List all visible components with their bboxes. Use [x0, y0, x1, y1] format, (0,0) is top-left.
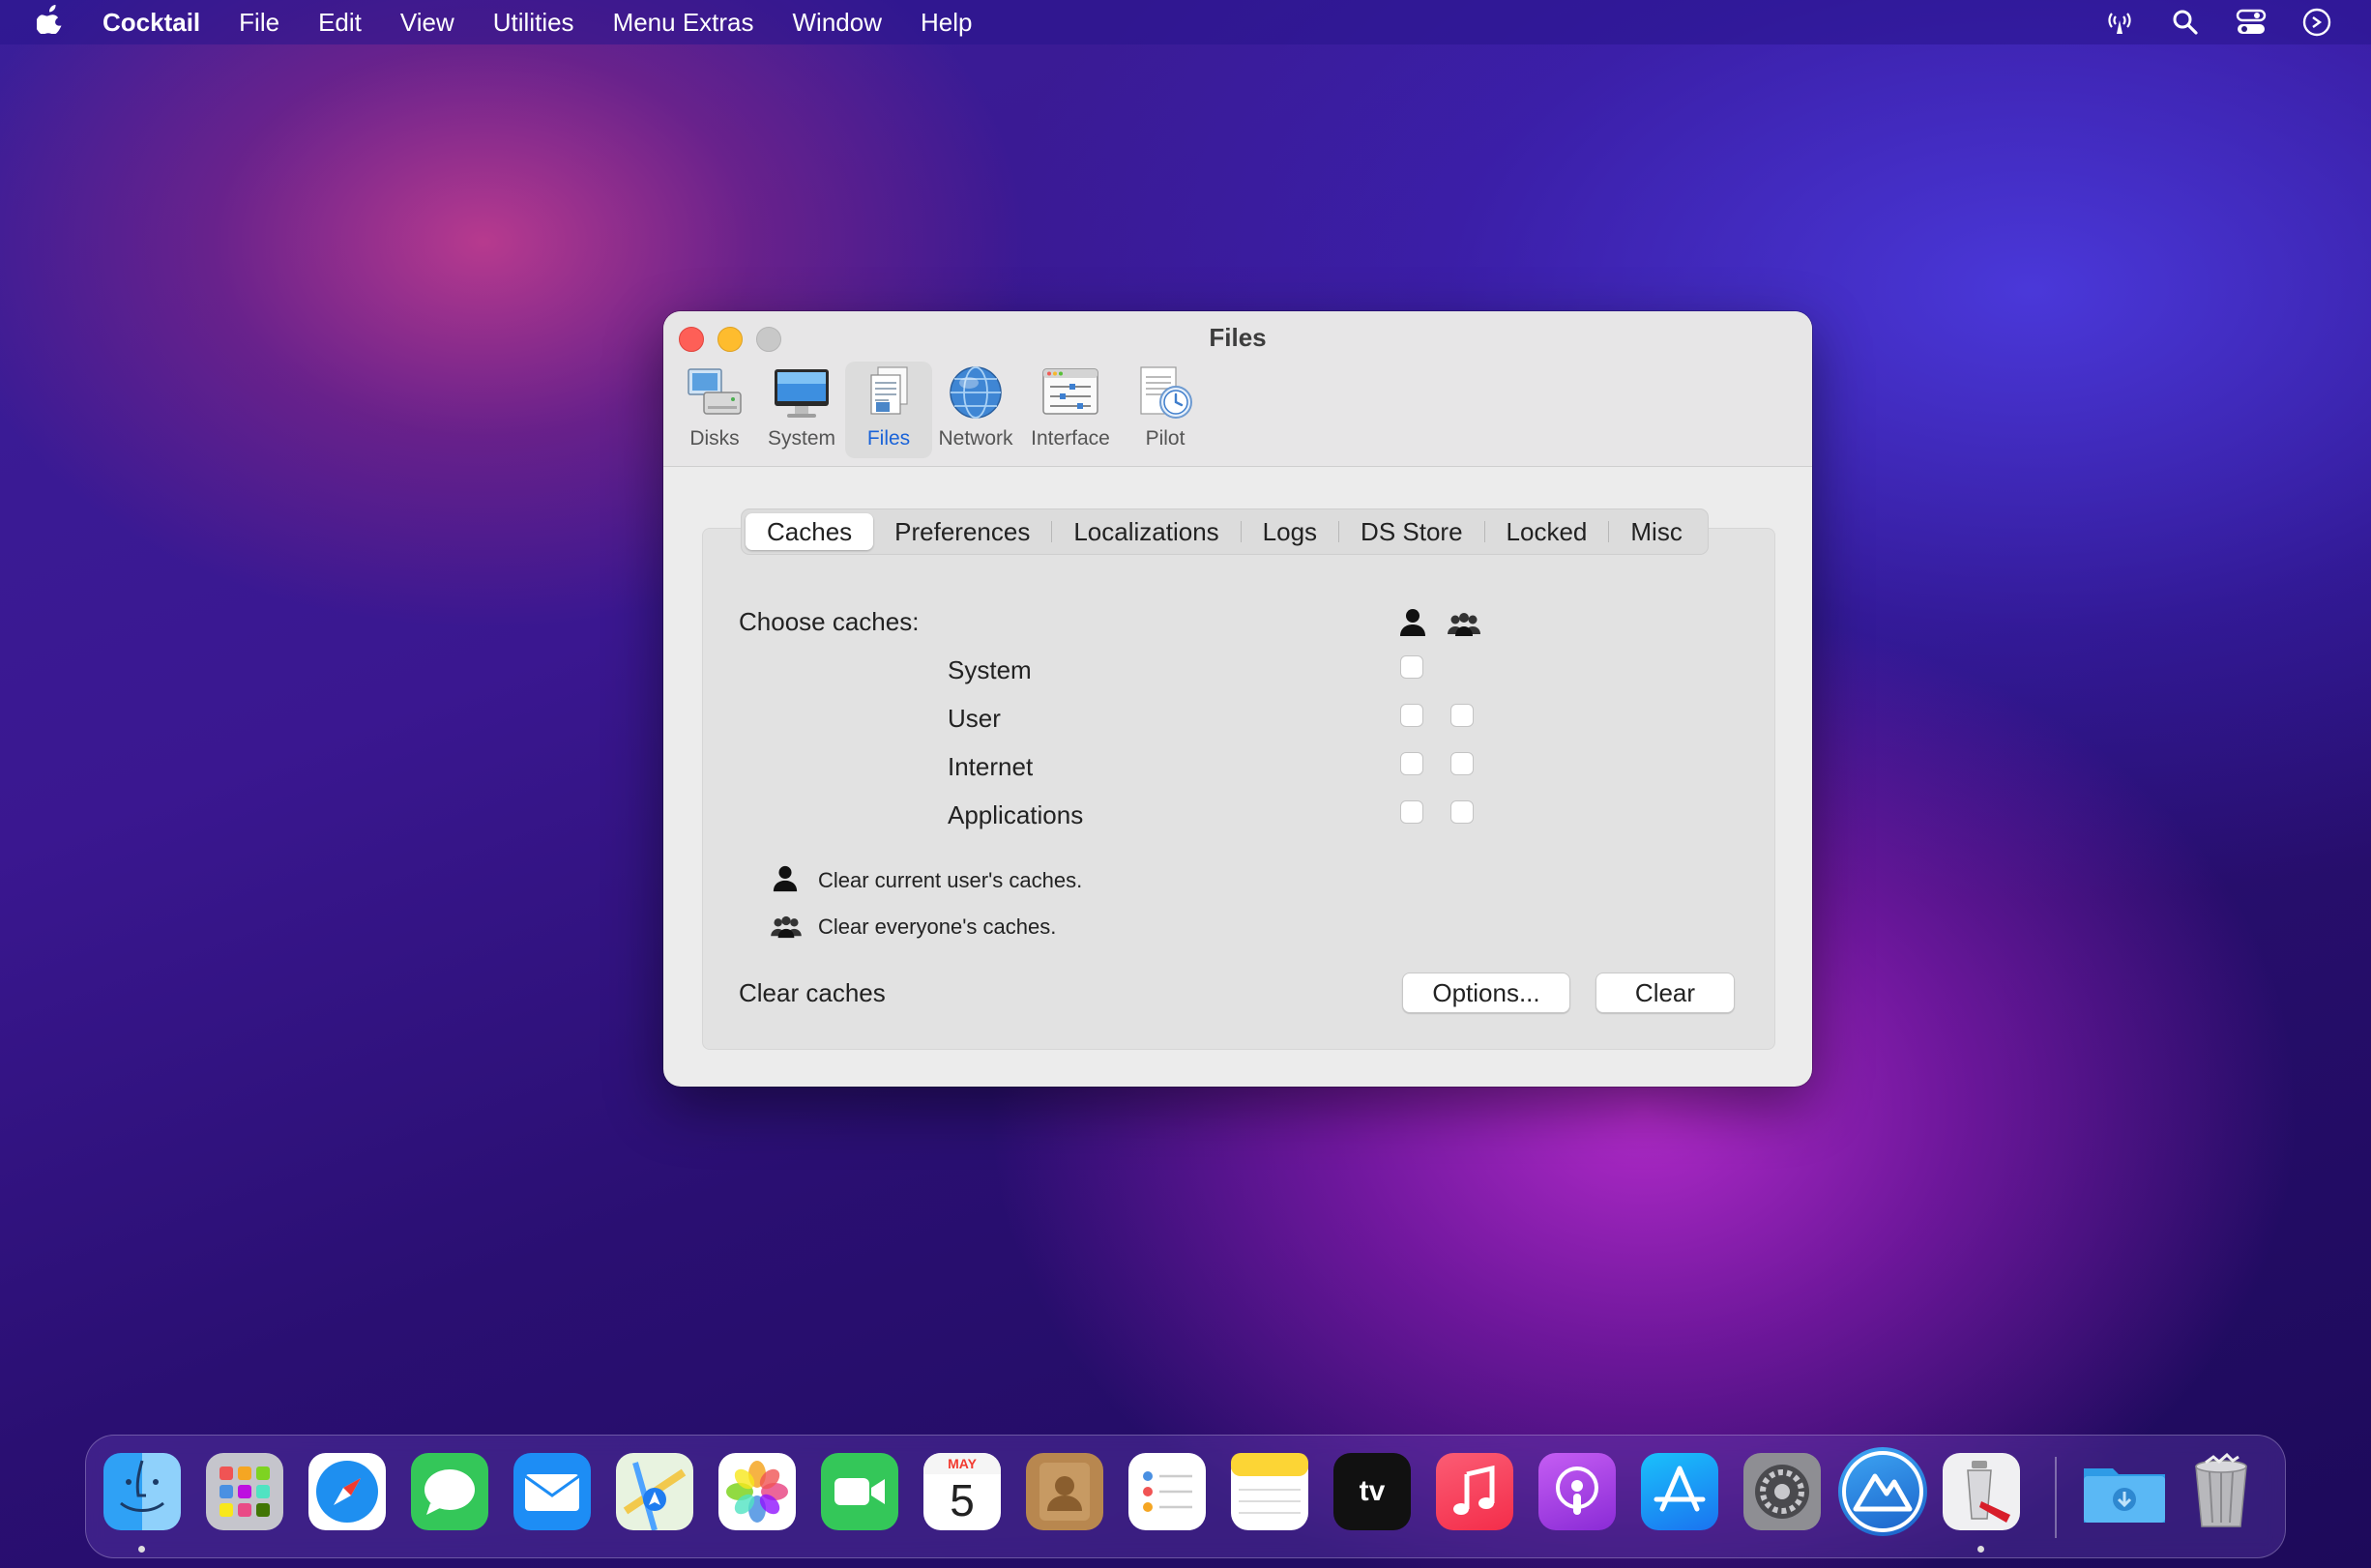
network-icon	[950, 366, 1002, 419]
choose-caches-heading: Choose caches:	[739, 607, 920, 636]
maps-icon[interactable]	[616, 1453, 693, 1531]
toolbar-system-label: System	[767, 427, 835, 450]
cache-row-system-label: System	[948, 655, 1032, 684]
interface-icon	[1042, 368, 1098, 415]
toolbar-network-label: Network	[938, 427, 1013, 450]
user-current-user-checkbox[interactable]	[1400, 704, 1423, 727]
dock-divider	[2055, 1457, 2057, 1538]
everyone-column-icon	[1448, 613, 1480, 636]
segmented-tab-bar: Caches Preferences Localizations Logs DS…	[741, 508, 1709, 555]
tab-logs[interactable]: Logs	[1242, 513, 1338, 550]
clear-caches-label: Clear caches	[739, 978, 886, 1007]
apple-menu-icon[interactable]	[35, 3, 66, 42]
trash-icon[interactable]	[2182, 1452, 2260, 1530]
system-icon	[775, 369, 829, 418]
contacts-icon[interactable]	[1026, 1453, 1103, 1530]
notes-icon[interactable]	[1231, 1453, 1308, 1530]
safari-icon[interactable]	[308, 1453, 386, 1530]
menu-file[interactable]: File	[239, 8, 279, 38]
siri-icon[interactable]	[2301, 7, 2332, 38]
window-title: Files	[1209, 323, 1267, 352]
menu-bar: Cocktail File Edit View Utilities Menu E…	[0, 0, 2371, 44]
cache-row-applications-label: Applications	[948, 800, 1084, 829]
files-icon	[870, 366, 908, 415]
internet-current-user-checkbox[interactable]	[1400, 752, 1423, 775]
reminders-icon[interactable]	[1128, 1453, 1206, 1530]
menu-window[interactable]: Window	[793, 8, 882, 38]
toolbar-disks[interactable]: Disks	[671, 362, 758, 458]
menu-edit[interactable]: Edit	[318, 8, 362, 38]
tab-localizations[interactable]: Localizations	[1052, 513, 1240, 550]
cocktail-app-icon[interactable]	[1943, 1453, 2020, 1530]
menu-view[interactable]: View	[400, 8, 454, 38]
tab-locked[interactable]: Locked	[1485, 513, 1609, 550]
toolbar-pilot[interactable]: Pilot	[1122, 362, 1209, 458]
finder-icon[interactable]	[103, 1453, 181, 1530]
finder-running-indicator	[138, 1546, 145, 1553]
pilot-icon	[1140, 366, 1192, 419]
apple-tv-label: tv	[1359, 1475, 1386, 1507]
toolbar-disks-label: Disks	[689, 427, 740, 450]
monterey-installer-icon[interactable]	[1838, 1447, 1927, 1536]
toolbar-interface[interactable]: Interface	[1019, 362, 1122, 458]
applications-current-user-checkbox[interactable]	[1400, 800, 1423, 824]
apple-tv-icon[interactable]: tv	[1333, 1453, 1411, 1530]
everyone-icon	[771, 915, 802, 939]
current-user-column-icon	[1400, 609, 1425, 636]
podcasts-icon[interactable]	[1538, 1453, 1616, 1530]
control-center-icon[interactable]	[2236, 7, 2267, 38]
tab-ds-store[interactable]: DS Store	[1339, 513, 1484, 550]
system-current-user-checkbox[interactable]	[1400, 655, 1423, 679]
dock: MAY 5 tv	[85, 1435, 2286, 1558]
toolbar-files-label: Files	[866, 427, 911, 450]
downloads-folder-icon[interactable]	[2082, 1453, 2165, 1530]
facetime-icon[interactable]	[821, 1453, 898, 1530]
calendar-day: 5	[950, 1475, 975, 1525]
antenna-icon[interactable]	[2104, 7, 2135, 38]
music-icon[interactable]	[1436, 1453, 1513, 1530]
tab-misc[interactable]: Misc	[1609, 513, 1703, 550]
options-button[interactable]: Options...	[1402, 973, 1570, 1013]
toolbar: Disks System Files Network Interface Pil…	[671, 362, 1209, 458]
clear-button[interactable]: Clear	[1595, 973, 1735, 1013]
menu-app-name[interactable]: Cocktail	[102, 8, 200, 38]
mail-icon[interactable]	[513, 1453, 591, 1530]
toolbar-files[interactable]: Files	[845, 362, 932, 458]
current-user-icon	[773, 865, 798, 892]
messages-icon[interactable]	[411, 1453, 488, 1530]
launchpad-icon[interactable]	[206, 1453, 283, 1530]
cache-row-user-label: User	[948, 704, 1001, 733]
tab-preferences[interactable]: Preferences	[873, 513, 1051, 550]
applications-everyone-checkbox[interactable]	[1450, 800, 1474, 824]
calendar-month: MAY	[923, 1453, 1001, 1474]
files-window: Files Disks System Files Network Interfa…	[663, 311, 1812, 1087]
user-everyone-checkbox[interactable]	[1450, 704, 1474, 727]
toolbar-interface-label: Interface	[1031, 427, 1110, 450]
disks-icon	[688, 368, 742, 415]
caches-panel	[702, 528, 1775, 1050]
toolbar-system[interactable]: System	[758, 362, 845, 458]
internet-everyone-checkbox[interactable]	[1450, 752, 1474, 775]
cocktail-running-indicator	[1977, 1546, 1984, 1553]
toolbar-network[interactable]: Network	[932, 362, 1019, 458]
menu-menu-extras[interactable]: Menu Extras	[613, 8, 754, 38]
toolbar-pilot-label: Pilot	[1145, 427, 1186, 450]
tab-caches[interactable]: Caches	[746, 513, 874, 550]
system-preferences-icon[interactable]	[1743, 1453, 1821, 1530]
legend-current-user: Clear current user's caches.	[818, 868, 1083, 892]
menu-help[interactable]: Help	[921, 8, 972, 38]
legend-everyone: Clear everyone's caches.	[818, 915, 1057, 939]
calendar-icon[interactable]: MAY 5	[923, 1453, 1001, 1530]
spotlight-search-icon[interactable]	[2170, 7, 2201, 38]
title-bar: Files Disks System Files Network Interfa…	[663, 311, 1812, 467]
app-store-icon[interactable]	[1641, 1453, 1718, 1530]
menu-utilities[interactable]: Utilities	[493, 8, 574, 38]
cache-row-internet-label: Internet	[948, 752, 1034, 781]
photos-icon[interactable]	[718, 1453, 796, 1530]
